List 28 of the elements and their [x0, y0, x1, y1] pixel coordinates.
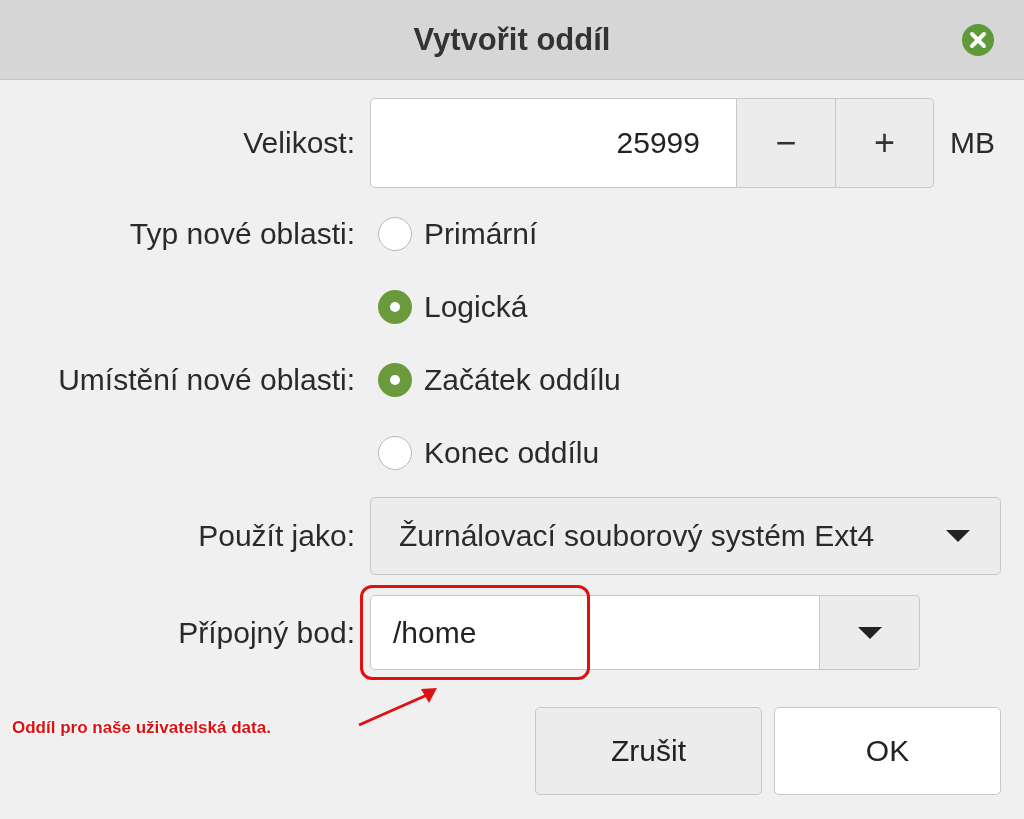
- radio-label[interactable]: Primární: [424, 216, 538, 251]
- radio-label[interactable]: Začátek oddílu: [424, 362, 621, 397]
- dropdown-button[interactable]: [820, 595, 920, 670]
- arrow-icon: [357, 685, 439, 727]
- radio-label[interactable]: Logická: [424, 289, 528, 324]
- field-label: Umístění nové oblasti:: [58, 362, 355, 397]
- radio-button[interactable]: [378, 362, 412, 397]
- decrement-button[interactable]: −: [737, 98, 836, 188]
- caret-icon: [946, 530, 970, 542]
- unit-label: MB: [950, 126, 995, 160]
- radio-button[interactable]: [378, 435, 412, 470]
- close-icon[interactable]: [961, 23, 995, 57]
- cancel-button[interactable]: Zrušit: [535, 707, 762, 795]
- radio-button[interactable]: [378, 216, 412, 251]
- radio-button[interactable]: [378, 289, 412, 324]
- ok-button[interactable]: OK: [774, 707, 1001, 795]
- increment-button[interactable]: +: [836, 98, 934, 188]
- use-as-label: Použít jako:: [198, 519, 355, 553]
- caret-icon: [857, 626, 882, 639]
- radio-label[interactable]: Konec oddílu: [424, 435, 600, 470]
- size-input[interactable]: 25999: [370, 98, 737, 188]
- filesystem-dropdown[interactable]: Žurnálovací souborový systém Ext4: [370, 497, 1001, 575]
- window-title: Vytvořit oddíl: [413, 21, 611, 58]
- mount-point-input[interactable]: /home: [370, 595, 820, 670]
- annotation-text: Oddíl pro naše uživatelská data.: [12, 718, 271, 738]
- size-label: Velikost:: [243, 126, 355, 160]
- field-label: Typ nové oblasti:: [129, 216, 355, 251]
- mount-point-label: Přípojný bod:: [178, 615, 355, 650]
